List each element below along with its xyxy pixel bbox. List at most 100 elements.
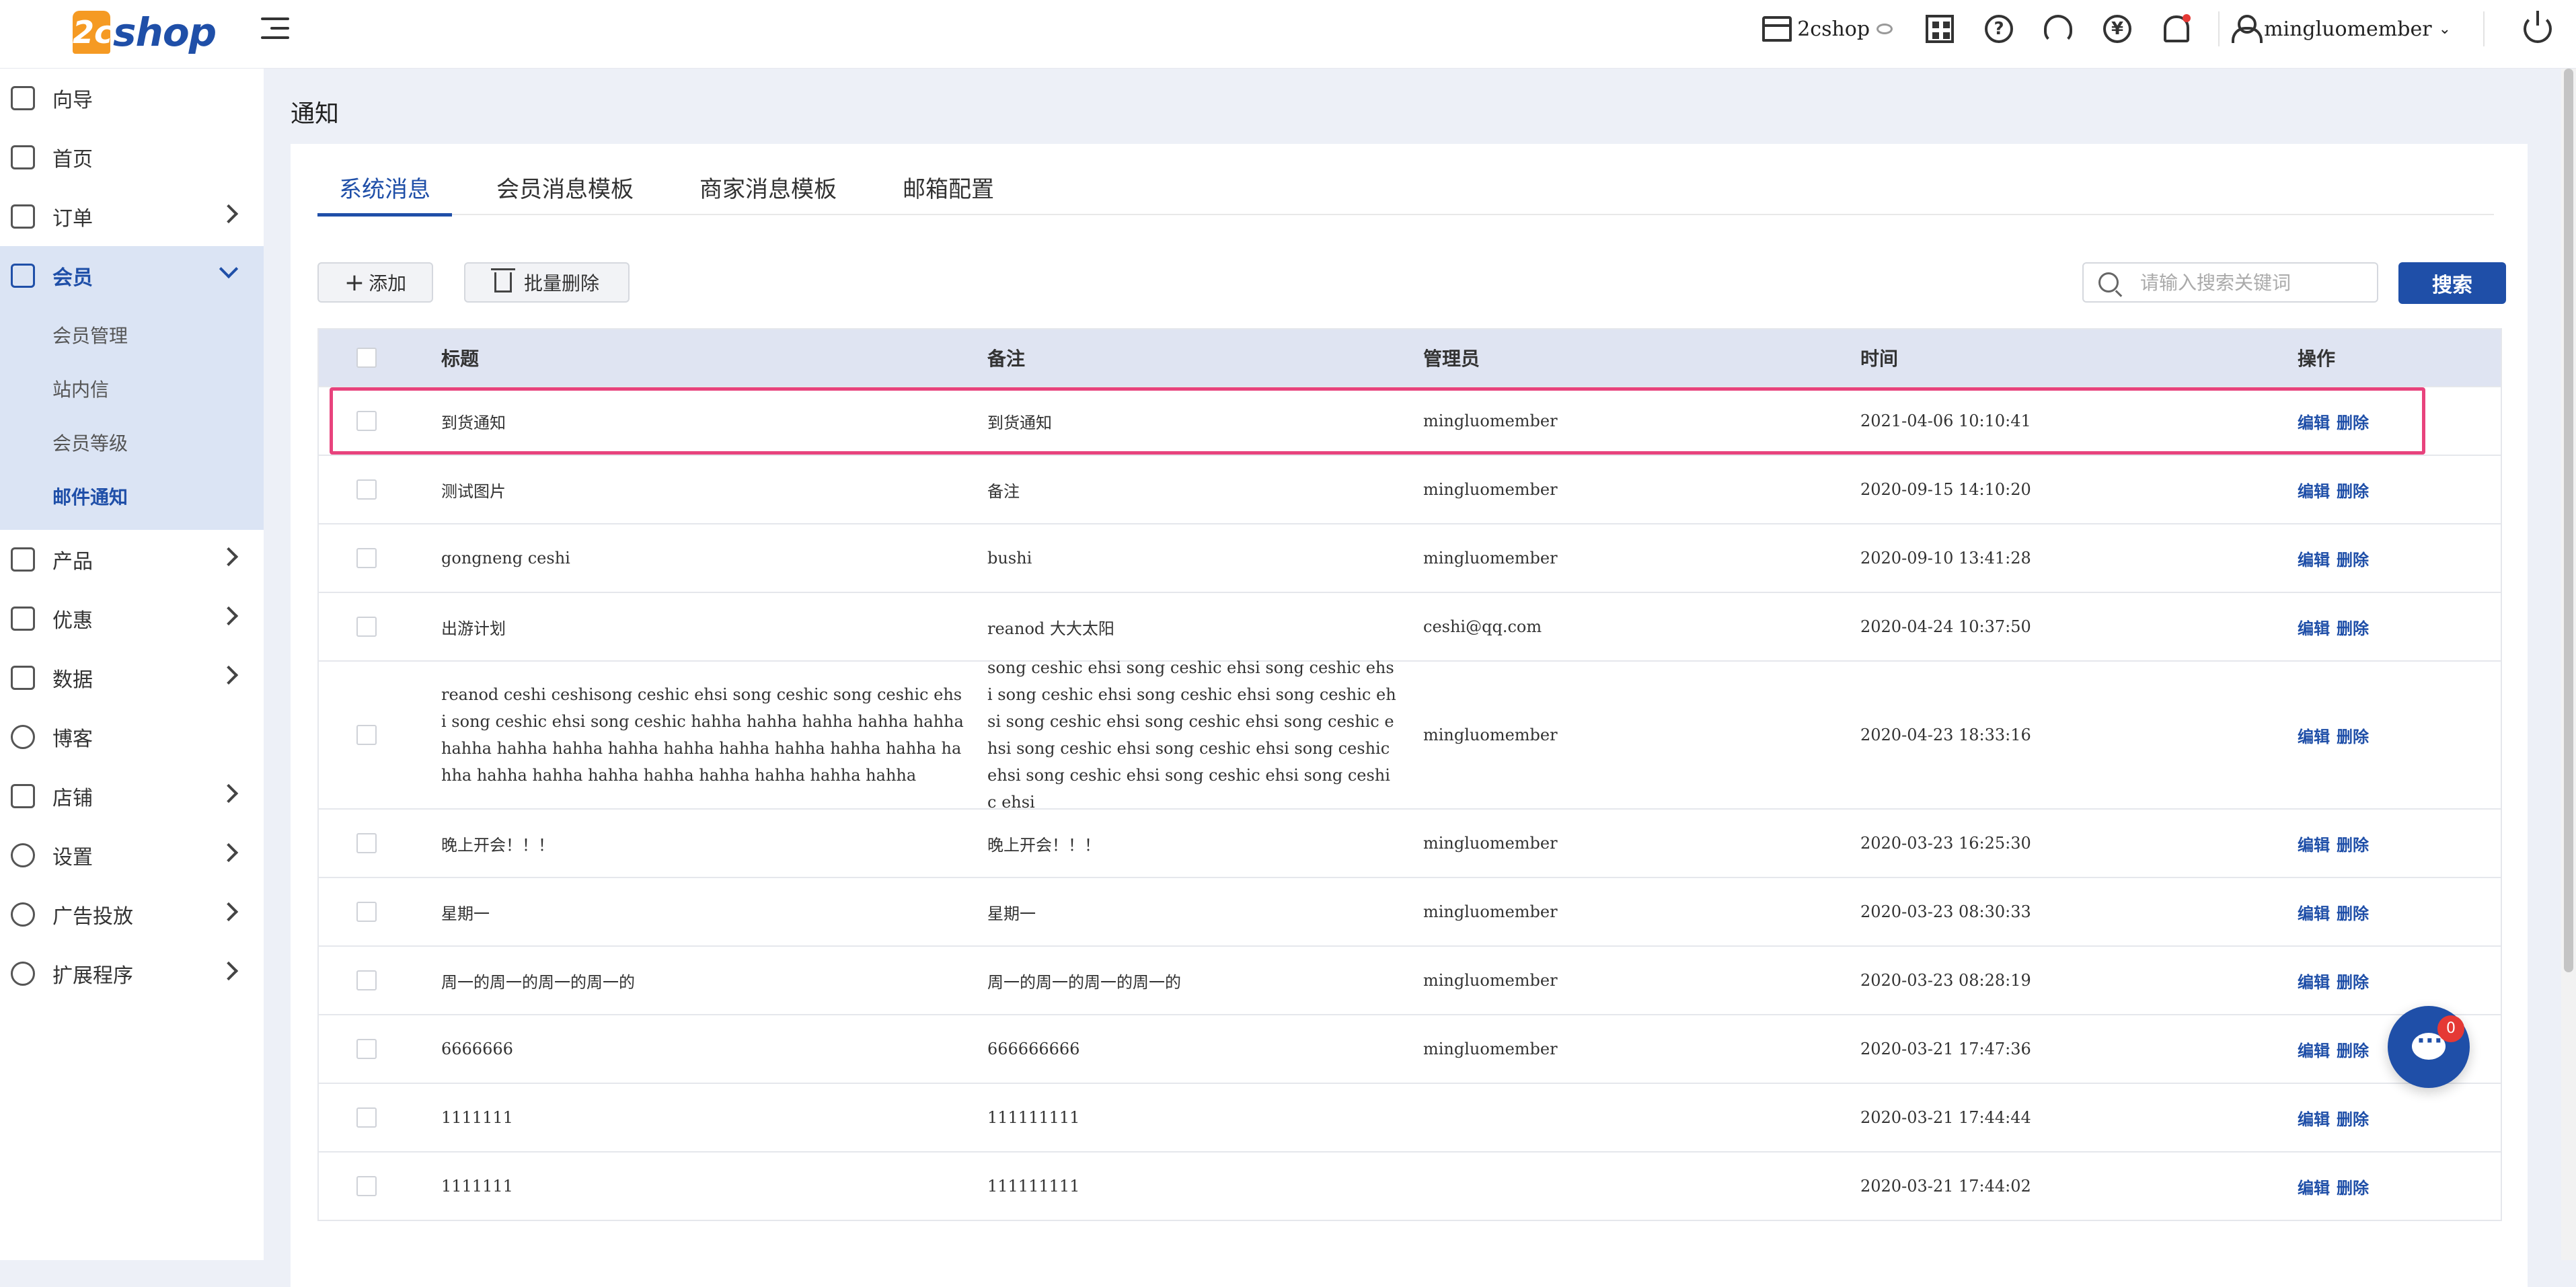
sidebar-item-blog[interactable]: 博客 [0,707,264,767]
row-admin: mingluomember [1423,971,1558,990]
table-row: gongneng ceshi bushi mingluomember 2020-09-… [319,523,2501,592]
sidebar-subitem-member-management[interactable]: 会员管理 [0,308,264,362]
sidebar-item-extensions[interactable]: 扩展程序 [0,944,264,1003]
user-menu[interactable]: mingluomember ⌄ [2232,15,2451,43]
support-button[interactable] [2042,13,2074,45]
row-actions: 编辑 删除 [2298,1084,2376,1151]
chat-button[interactable]: 0 [2388,1006,2470,1088]
tab-member-templates[interactable]: 会员消息模板 [475,171,655,215]
tab-mailbox-config[interactable]: 邮箱配置 [881,171,1016,215]
sidebar-subitem-member-level[interactable]: 会员等级 [0,416,264,469]
row-checkbox[interactable] [356,833,377,853]
sidebar-item-home[interactable]: 首页 [0,128,264,187]
edit-link[interactable]: 编辑 [2298,1106,2330,1130]
column-title: 标题 [441,348,480,370]
row-title: 到货通知 [441,413,506,432]
column-actions: 操作 [2298,348,2336,370]
table-row: 1111111 111111111 2020-03-21 17:44:44 编辑 删除 [319,1083,2501,1151]
row-checkbox[interactable] [356,970,377,990]
help-button[interactable]: ? [1983,13,2015,45]
sidebar-subitem-email-notice[interactable]: 邮件通知 [0,469,264,523]
row-checkbox[interactable] [356,1039,377,1059]
row-time: 2020-04-24 10:37:50 [1860,617,2031,636]
sidebar-item-settings[interactable]: 设置 [0,826,264,885]
chevron-right-icon [219,665,239,685]
qr-code-button[interactable] [1924,13,1956,45]
row-actions: 编辑 删除 [2298,1153,2376,1220]
row-checkbox[interactable] [356,1107,377,1128]
power-icon[interactable] [2524,11,2552,43]
delete-link[interactable]: 删除 [2337,1175,2369,1198]
sidebar-item-orders[interactable]: 订单 [0,187,264,246]
delete-link[interactable]: 删除 [2337,832,2369,855]
add-button[interactable]: + 添加 [317,262,433,303]
row-note: 备注 [987,481,1020,501]
search-input[interactable] [2140,271,2355,294]
edit-link[interactable]: 编辑 [2298,724,2330,747]
row-checkbox-cell [356,1015,377,1083]
row-admin: mingluomember [1423,549,1558,568]
edit-link[interactable]: 编辑 [2298,900,2330,924]
tab-merchant-templates[interactable]: 商家消息模板 [678,171,858,215]
row-time: 2020-03-23 08:28:19 [1860,971,2031,990]
sidebar-item-data[interactable]: 数据 [0,648,264,707]
edit-link[interactable]: 编辑 [2298,410,2330,433]
sidebar-item-promotions[interactable]: 优惠 [0,589,264,648]
delete-link[interactable]: 删除 [2337,969,2369,992]
delete-link[interactable]: 删除 [2337,547,2369,570]
delete-link[interactable]: 删除 [2337,1106,2369,1130]
edit-link[interactable]: 编辑 [2298,478,2330,502]
select-all-checkbox[interactable] [356,348,377,368]
page-scrollbar[interactable] [2561,69,2576,1260]
row-note: 晚上开会！！！ [987,835,1100,855]
menu-toggle-icon[interactable] [261,15,289,42]
delete-link[interactable]: 删除 [2337,615,2369,639]
row-actions: 编辑 删除 [2298,524,2376,592]
edit-link[interactable]: 编辑 [2298,832,2330,855]
row-checkbox[interactable] [356,1176,377,1196]
sidebar-item-ads[interactable]: 广告投放 [0,885,264,944]
chevron-down-icon [219,259,239,279]
delete-link[interactable]: 删除 [2337,410,2369,433]
sidebar-item-members[interactable]: 会员 [0,246,264,305]
edit-link[interactable]: 编辑 [2298,1038,2330,1061]
sidebar-item-shop[interactable]: 店铺 [0,767,264,826]
edit-link[interactable]: 编辑 [2298,615,2330,639]
delete-link[interactable]: 删除 [2337,478,2369,502]
notification-button[interactable] [2160,13,2193,45]
chevron-right-icon [219,843,239,863]
header-divider [2483,11,2485,46]
scrollbar-thumb[interactable] [2564,69,2573,972]
row-checkbox[interactable] [356,902,377,922]
tab-system-messages[interactable]: 系统消息 [317,171,452,217]
edit-link[interactable]: 编辑 [2298,1175,2330,1198]
row-checkbox[interactable] [356,548,377,568]
row-time: 2020-03-23 08:30:33 [1860,902,2031,921]
sidebar-item-guide[interactable]: 向导 [0,69,264,128]
payment-button[interactable]: ¥ [2101,13,2133,45]
delete-link[interactable]: 删除 [2337,1038,2369,1061]
edit-link[interactable]: 编辑 [2298,547,2330,570]
sidebar-subitem-inbox[interactable]: 站内信 [0,362,264,416]
eye-icon[interactable] [1877,24,1893,34]
row-checkbox[interactable] [356,479,377,500]
sidebar-item-label: 订单 [52,207,93,231]
row-admin: mingluomember [1423,834,1558,853]
delete-link[interactable]: 删除 [2337,900,2369,924]
shop-link[interactable]: 2cshop [1762,16,1893,42]
delete-link[interactable]: 删除 [2337,724,2369,747]
sidebar-item-products[interactable]: 产品 [0,530,264,589]
logo[interactable]: 2c shop [73,0,217,54]
batch-delete-button[interactable]: 批量删除 [464,262,630,303]
tag-icon [11,607,35,631]
row-checkbox[interactable] [356,725,377,745]
edit-link[interactable]: 编辑 [2298,969,2330,992]
chart-icon [11,666,35,690]
store-icon [1762,16,1792,42]
search-icon [2098,272,2119,292]
row-checkbox[interactable] [356,617,377,637]
search-button[interactable]: 搜索 [2398,262,2506,304]
row-admin: mingluomember [1423,1040,1558,1058]
row-checkbox[interactable] [356,411,377,431]
row-checkbox-cell [356,1084,377,1151]
